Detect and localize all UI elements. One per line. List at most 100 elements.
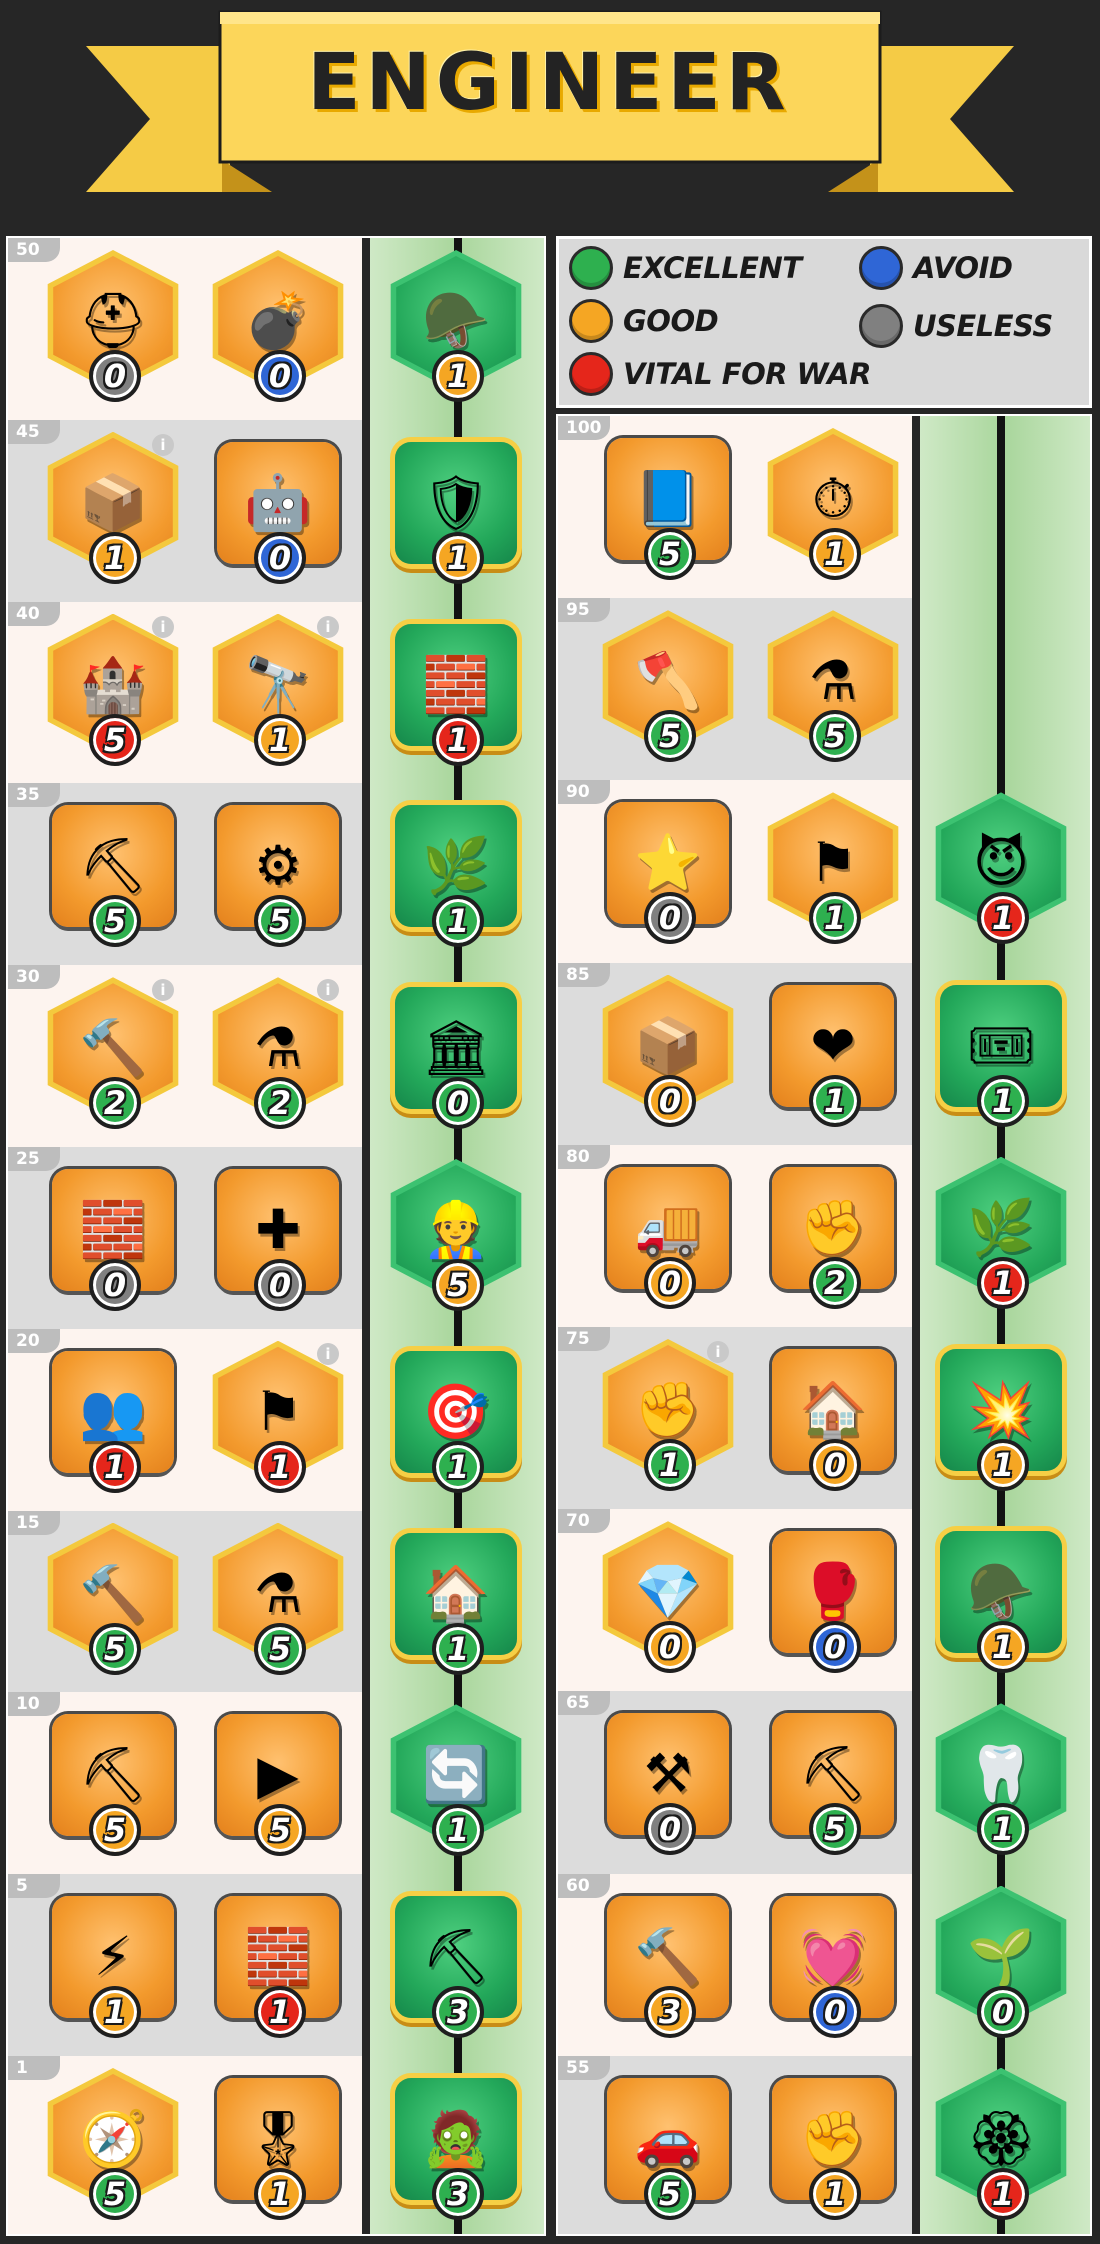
skill-tile[interactable]: 🤖 0 (213, 438, 343, 588)
skill-tile[interactable]: 🏰 i 5 (47, 613, 179, 770)
rating-value: 1 (446, 720, 470, 759)
skill-tile[interactable]: 🎯 1 (391, 1347, 521, 1497)
skill-tile[interactable]: 🧱 1 (391, 620, 521, 770)
skill-tile[interactable]: 👷 5 (390, 1159, 522, 1315)
skill-tile[interactable]: 🌱 0 (935, 1885, 1067, 2042)
skill-tile[interactable]: 💓 0 (768, 1892, 898, 2042)
info-icon[interactable]: i (317, 615, 339, 638)
skill-tile[interactable]: ✊ 2 (768, 1163, 898, 1313)
skill-tile[interactable]: 🦷 1 (935, 1703, 1067, 1859)
skill-tile[interactable]: ✚ 0 (213, 1165, 343, 1315)
skill-tile[interactable]: 🔭 i 1 (212, 613, 344, 770)
skill-tile[interactable]: ⛏ 5 (768, 1709, 898, 1859)
skill-tile[interactable]: ⛑ 0 (47, 250, 179, 406)
skill-tile[interactable]: 🧟 3 (391, 2074, 521, 2224)
skill-tile[interactable]: ⚙ 5 (213, 801, 343, 951)
skill-tile[interactable]: 🏠 1 (391, 1529, 521, 1679)
skill-tile[interactable]: 📘 5 (603, 434, 733, 584)
skill-tile[interactable]: 📦 i 1 (47, 431, 179, 588)
rating-badge: 1 (254, 713, 306, 766)
skill-tile[interactable]: ✊ i 1 (602, 1339, 734, 1495)
rating-value: 1 (991, 2174, 1015, 2213)
skill-tile[interactable]: ⚡ 1 (48, 1892, 178, 2042)
rating-value: 0 (658, 1810, 682, 1849)
rating-badge: 1 (977, 1621, 1029, 1674)
skill-tile[interactable]: 🧱 0 (48, 1165, 178, 1315)
info-icon[interactable]: i (317, 1342, 339, 1365)
rating-badge: 5 (254, 1804, 306, 1857)
skill-tile[interactable]: 🔨 3 (603, 1892, 733, 2042)
skill-tile[interactable]: 💥 1 (936, 1345, 1066, 1495)
skill-tile[interactable]: 🥊 0 (768, 1527, 898, 1677)
leaf-up-icon: 🌿 (422, 834, 490, 898)
rating-badge: 2 (254, 1077, 306, 1130)
skill-tile[interactable]: ⚗ 5 (767, 610, 899, 766)
skill-tile[interactable]: ⭐ 0 (603, 798, 733, 948)
skill-tile[interactable]: ⚗ i 2 (212, 977, 344, 1133)
legend-item-vital: VITAL FOR WAR (569, 352, 871, 396)
rating-badge: 5 (644, 528, 696, 580)
skill-tile[interactable]: 🔨 i 2 (47, 977, 179, 1133)
info-icon[interactable]: i (317, 979, 339, 1002)
skill-tile[interactable]: 🛡 1 (391, 438, 521, 588)
skill-tile[interactable]: ⚗ 5 (212, 1522, 344, 1679)
shield-cross-icon: ✚ (255, 1198, 301, 1261)
rating-value: 0 (268, 357, 292, 395)
skill-tile[interactable]: 🧱 1 (213, 1892, 343, 2042)
skill-tile[interactable]: 🌿 1 (935, 1156, 1067, 1313)
skill-tile[interactable]: 👥 1 (48, 1347, 178, 1497)
skill-tile[interactable]: 🚚 0 (603, 1163, 733, 1313)
skill-tile[interactable]: 🌿 1 (391, 801, 521, 951)
skill-tile[interactable]: ⚒ 0 (603, 1709, 733, 1859)
skill-tile[interactable]: 🔨 5 (47, 1522, 179, 1679)
rating-value: 0 (823, 1628, 847, 1667)
rating-badge: 1 (89, 531, 141, 584)
skill-tile[interactable]: ❤ 1 (768, 981, 898, 1131)
skill-tile[interactable]: 💎 0 (602, 1521, 734, 1677)
skill-tile[interactable]: 💣 0 (212, 250, 344, 406)
skill-tile[interactable]: 🧭 5 (47, 2068, 179, 2224)
skill-tile[interactable]: ⚑ 1 (767, 792, 899, 948)
skill-tile[interactable]: 🎟 1 (936, 981, 1066, 1131)
rating-value: 1 (446, 1629, 470, 1668)
skill-tile[interactable]: ⚑ i 1 (212, 1340, 344, 1497)
dome-share-icon: 🔭 (244, 652, 312, 716)
legend-item-avoid: AVOID (859, 246, 1013, 290)
rating-value: 1 (268, 720, 292, 759)
info-icon[interactable]: i (152, 979, 174, 1002)
skill-tile[interactable]: 🏠 0 (768, 1345, 898, 1495)
info-icon[interactable]: i (152, 433, 174, 456)
skill-tile[interactable]: 🪓 5 (602, 610, 734, 766)
skill-tile[interactable]: 🔄 1 (390, 1704, 522, 1860)
gear-icon: ⚙ (253, 834, 303, 898)
rating-badge: 5 (809, 710, 861, 763)
rating-value: 5 (268, 902, 292, 941)
rating-value: 1 (103, 538, 127, 577)
skill-tile[interactable]: 🪖 1 (390, 250, 522, 406)
skill-tile[interactable]: 😈 1 (935, 792, 1067, 948)
skill-tile[interactable]: 🚗 5 (603, 2074, 733, 2224)
golden-helmet-plus-icon: 🪖 (422, 289, 490, 352)
rating-badge: 1 (809, 892, 861, 945)
info-icon[interactable]: i (152, 615, 174, 638)
info-icon[interactable]: i (707, 1341, 729, 1363)
skill-tile[interactable]: 🏵 1 (935, 2067, 1067, 2224)
skill-tile[interactable]: ⏱ 1 (767, 428, 899, 584)
skill-tile[interactable]: ✊ 1 (768, 2074, 898, 2224)
soldiers-icon: 👥 (79, 1379, 147, 1443)
skill-tile[interactable]: 🎖 1 (213, 2074, 343, 2224)
skill-tile[interactable]: 🏛 0 (391, 983, 521, 1133)
skill-tile[interactable]: 🪖 1 (936, 1527, 1066, 1677)
rating-badge: 0 (809, 1985, 861, 2038)
skill-tile[interactable]: ⛏ 5 (48, 801, 178, 951)
axe-up-icon: ⛏ (798, 1742, 868, 1806)
rating-badge: 1 (254, 1986, 306, 2039)
pickaxe-exp-icon: ⛏ (421, 1925, 491, 1989)
rating-value: 0 (103, 1266, 127, 1304)
skill-tile[interactable]: ⛏ 5 (48, 1710, 178, 1860)
rating-badge: 5 (254, 895, 306, 948)
skill-tile[interactable]: ▶ 5 (213, 1710, 343, 1860)
rating-value: 5 (268, 1811, 292, 1850)
skill-tile[interactable]: ⛏ 3 (391, 1892, 521, 2042)
skill-tile[interactable]: 📦 0 (602, 974, 734, 1131)
